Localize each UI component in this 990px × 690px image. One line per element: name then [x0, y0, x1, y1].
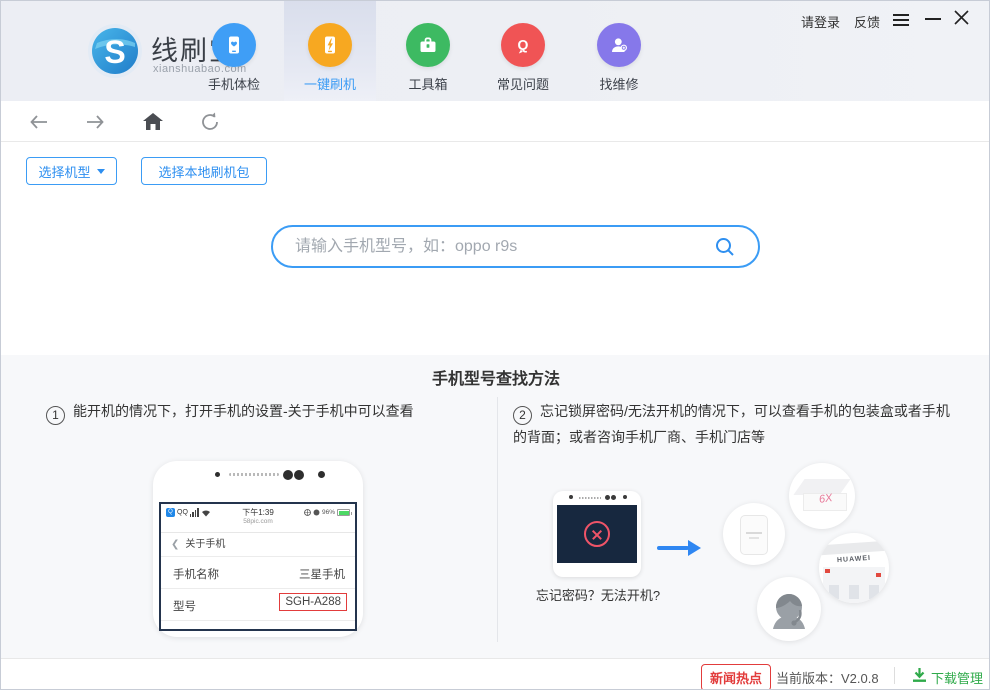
speaker-grill — [229, 473, 279, 476]
nav-item-toolbox[interactable]: 工具箱 — [382, 23, 474, 95]
row-label: 型号 — [173, 601, 196, 613]
refresh-icon[interactable] — [197, 109, 223, 135]
battery-icon — [337, 509, 352, 516]
phone-flash-icon — [308, 23, 352, 67]
column-divider — [497, 397, 498, 642]
step-number-badge: 1 — [46, 406, 65, 425]
forward-arrow-icon[interactable] — [82, 109, 108, 135]
support-agent-icon — [773, 593, 805, 629]
model-lookup-guide: 手机型号查找方法 1 能开机的情况下，打开手机的设置-关于手机中可以查看 2 忘记锁… — [1, 355, 989, 658]
nav-label: 工具箱 — [408, 77, 448, 92]
model-search-box — [271, 225, 760, 268]
camera-dot — [569, 495, 573, 499]
error-x-icon — [584, 521, 610, 547]
status-site: 58pic.com — [243, 518, 273, 525]
camera-dot — [318, 471, 325, 478]
nav-label: 常见问题 — [496, 77, 549, 92]
battery-percent: 96% — [321, 509, 335, 516]
sensor-dot — [611, 495, 616, 500]
home-icon[interactable] — [140, 109, 166, 135]
store-flag — [825, 569, 830, 573]
guide-title: 手机型号查找方法 — [431, 371, 560, 388]
status-right: 96% — [304, 509, 352, 516]
toolbox-icon — [406, 23, 450, 67]
about-phone-label: 关于手机 — [185, 539, 226, 550]
about-phone-screen: Q QQ 下午1:39 58pic.com 96% ❮ 关于手机 手机名称 三星… — [159, 502, 357, 631]
row-value: 三星手机 — [299, 569, 345, 581]
minimize-icon[interactable] — [925, 11, 941, 20]
app-header: S 线刷宝 xianshuabao.com 手机体检 一键刷机 工具箱 Q 常见… — [1, 1, 989, 101]
svg-text:S: S — [104, 34, 125, 70]
svg-text:Q: Q — [518, 37, 529, 53]
select-model-label: 选择机型 — [38, 164, 91, 180]
phone-back-bubble — [723, 503, 785, 565]
phone-heart-icon — [212, 23, 256, 67]
nav-label: 找维修 — [599, 77, 639, 92]
model-number-highlighted: SGH-A288 — [279, 593, 347, 611]
status-bar: Q QQ 下午1:39 58pic.com 96% — [161, 504, 355, 533]
browser-toolbar — [1, 101, 989, 142]
login-link[interactable]: 请登录 — [801, 12, 840, 31]
settings-phone-illustration: Q QQ 下午1:39 58pic.com 96% ❮ 关于手机 手机名称 三星… — [153, 461, 363, 637]
error-screen — [557, 505, 637, 563]
nav-item-faq[interactable]: Q 常见问题 — [477, 23, 569, 95]
download-icon[interactable] — [912, 667, 927, 688]
about-phone-row: ❮ 关于手机 — [161, 533, 355, 557]
speaker-grill — [579, 497, 601, 499]
select-model-button[interactable]: 选择机型 — [26, 157, 117, 185]
nav-item-phone-checkup[interactable]: 手机体检 — [188, 23, 280, 95]
step-number-badge: 2 — [513, 406, 532, 425]
sensor-dot — [294, 470, 304, 480]
locked-phone-illustration — [553, 491, 641, 577]
news-hotspot-button[interactable]: 新闻热点 — [701, 664, 772, 689]
orientation-lock-icon — [304, 509, 311, 516]
package-box-bubble: 6X — [789, 463, 855, 529]
sensor-dot — [605, 495, 610, 500]
feedback-link[interactable]: 反馈 — [854, 12, 880, 31]
menu-icon[interactable] — [893, 11, 909, 29]
step-text: 忘记锁屏密码/无法开机的情况下，可以查看手机的包装盒或者手机的背面；或者咨询手机… — [513, 403, 950, 445]
bluetooth-icon — [313, 509, 320, 516]
camera-dot — [215, 472, 220, 477]
store-interior — [823, 567, 885, 603]
download-manager-link[interactable]: 下载管理 — [931, 668, 983, 687]
right-arrow-icon — [657, 540, 701, 556]
version-label: 当前版本：V2.0.8 — [776, 671, 879, 686]
phone-name-row: 手机名称 三星手机 — [161, 557, 355, 589]
sensor-dot — [283, 470, 293, 480]
app-window: S 线刷宝 xianshuabao.com 手机体检 一键刷机 工具箱 Q 常见… — [0, 0, 990, 690]
select-local-package-label: 选择本地刷机包 — [158, 164, 250, 180]
step-text: 能开机的情况下，打开手机的设置-关于手机中可以查看 — [73, 403, 414, 419]
store-flag — [876, 573, 881, 577]
nav-item-one-key-flash[interactable]: 一键刷机 — [284, 23, 376, 95]
locked-caption: 忘记密码？无法开机? — [535, 588, 661, 603]
repairman-icon — [597, 23, 641, 67]
row-label: 手机名称 — [173, 569, 219, 581]
nav-label: 手机体检 — [207, 77, 260, 92]
nav-label: 一键刷机 — [303, 77, 356, 92]
brand-store-bubble: HUAWEI — [819, 533, 889, 603]
nav-item-find-repair[interactable]: 找维修 — [573, 23, 665, 95]
close-icon[interactable] — [953, 9, 970, 31]
guide-step-1: 1 能开机的情况下，打开手机的设置-关于手机中可以查看 — [46, 399, 486, 425]
footer-divider — [894, 667, 895, 684]
camera-dot — [623, 495, 627, 499]
guide-step-2: 2 忘记锁屏密码/无法开机的情况下，可以查看手机的包装盒或者手机的背面；或者咨询手… — [513, 399, 963, 449]
select-local-package-button[interactable]: 选择本地刷机包 — [141, 157, 267, 185]
model-number-row: 型号 SGH-A288 — [161, 589, 355, 621]
model-search-input[interactable] — [295, 229, 695, 264]
back-arrow-icon[interactable] — [26, 109, 52, 135]
question-bubble-icon: Q — [501, 23, 545, 67]
phone-back-icon — [740, 515, 768, 555]
search-icon[interactable] — [714, 236, 736, 263]
chevron-down-icon — [96, 168, 105, 174]
support-agent-bubble — [757, 577, 821, 641]
footer-bar: 新闻热点 当前版本：V2.0.8 下载管理 — [1, 658, 989, 689]
status-time: 下午1:39 — [242, 508, 274, 517]
back-chevron-icon: ❮ — [171, 539, 180, 550]
logo-s-icon: S — [87, 23, 143, 79]
box-model-label: 6X — [818, 492, 834, 506]
